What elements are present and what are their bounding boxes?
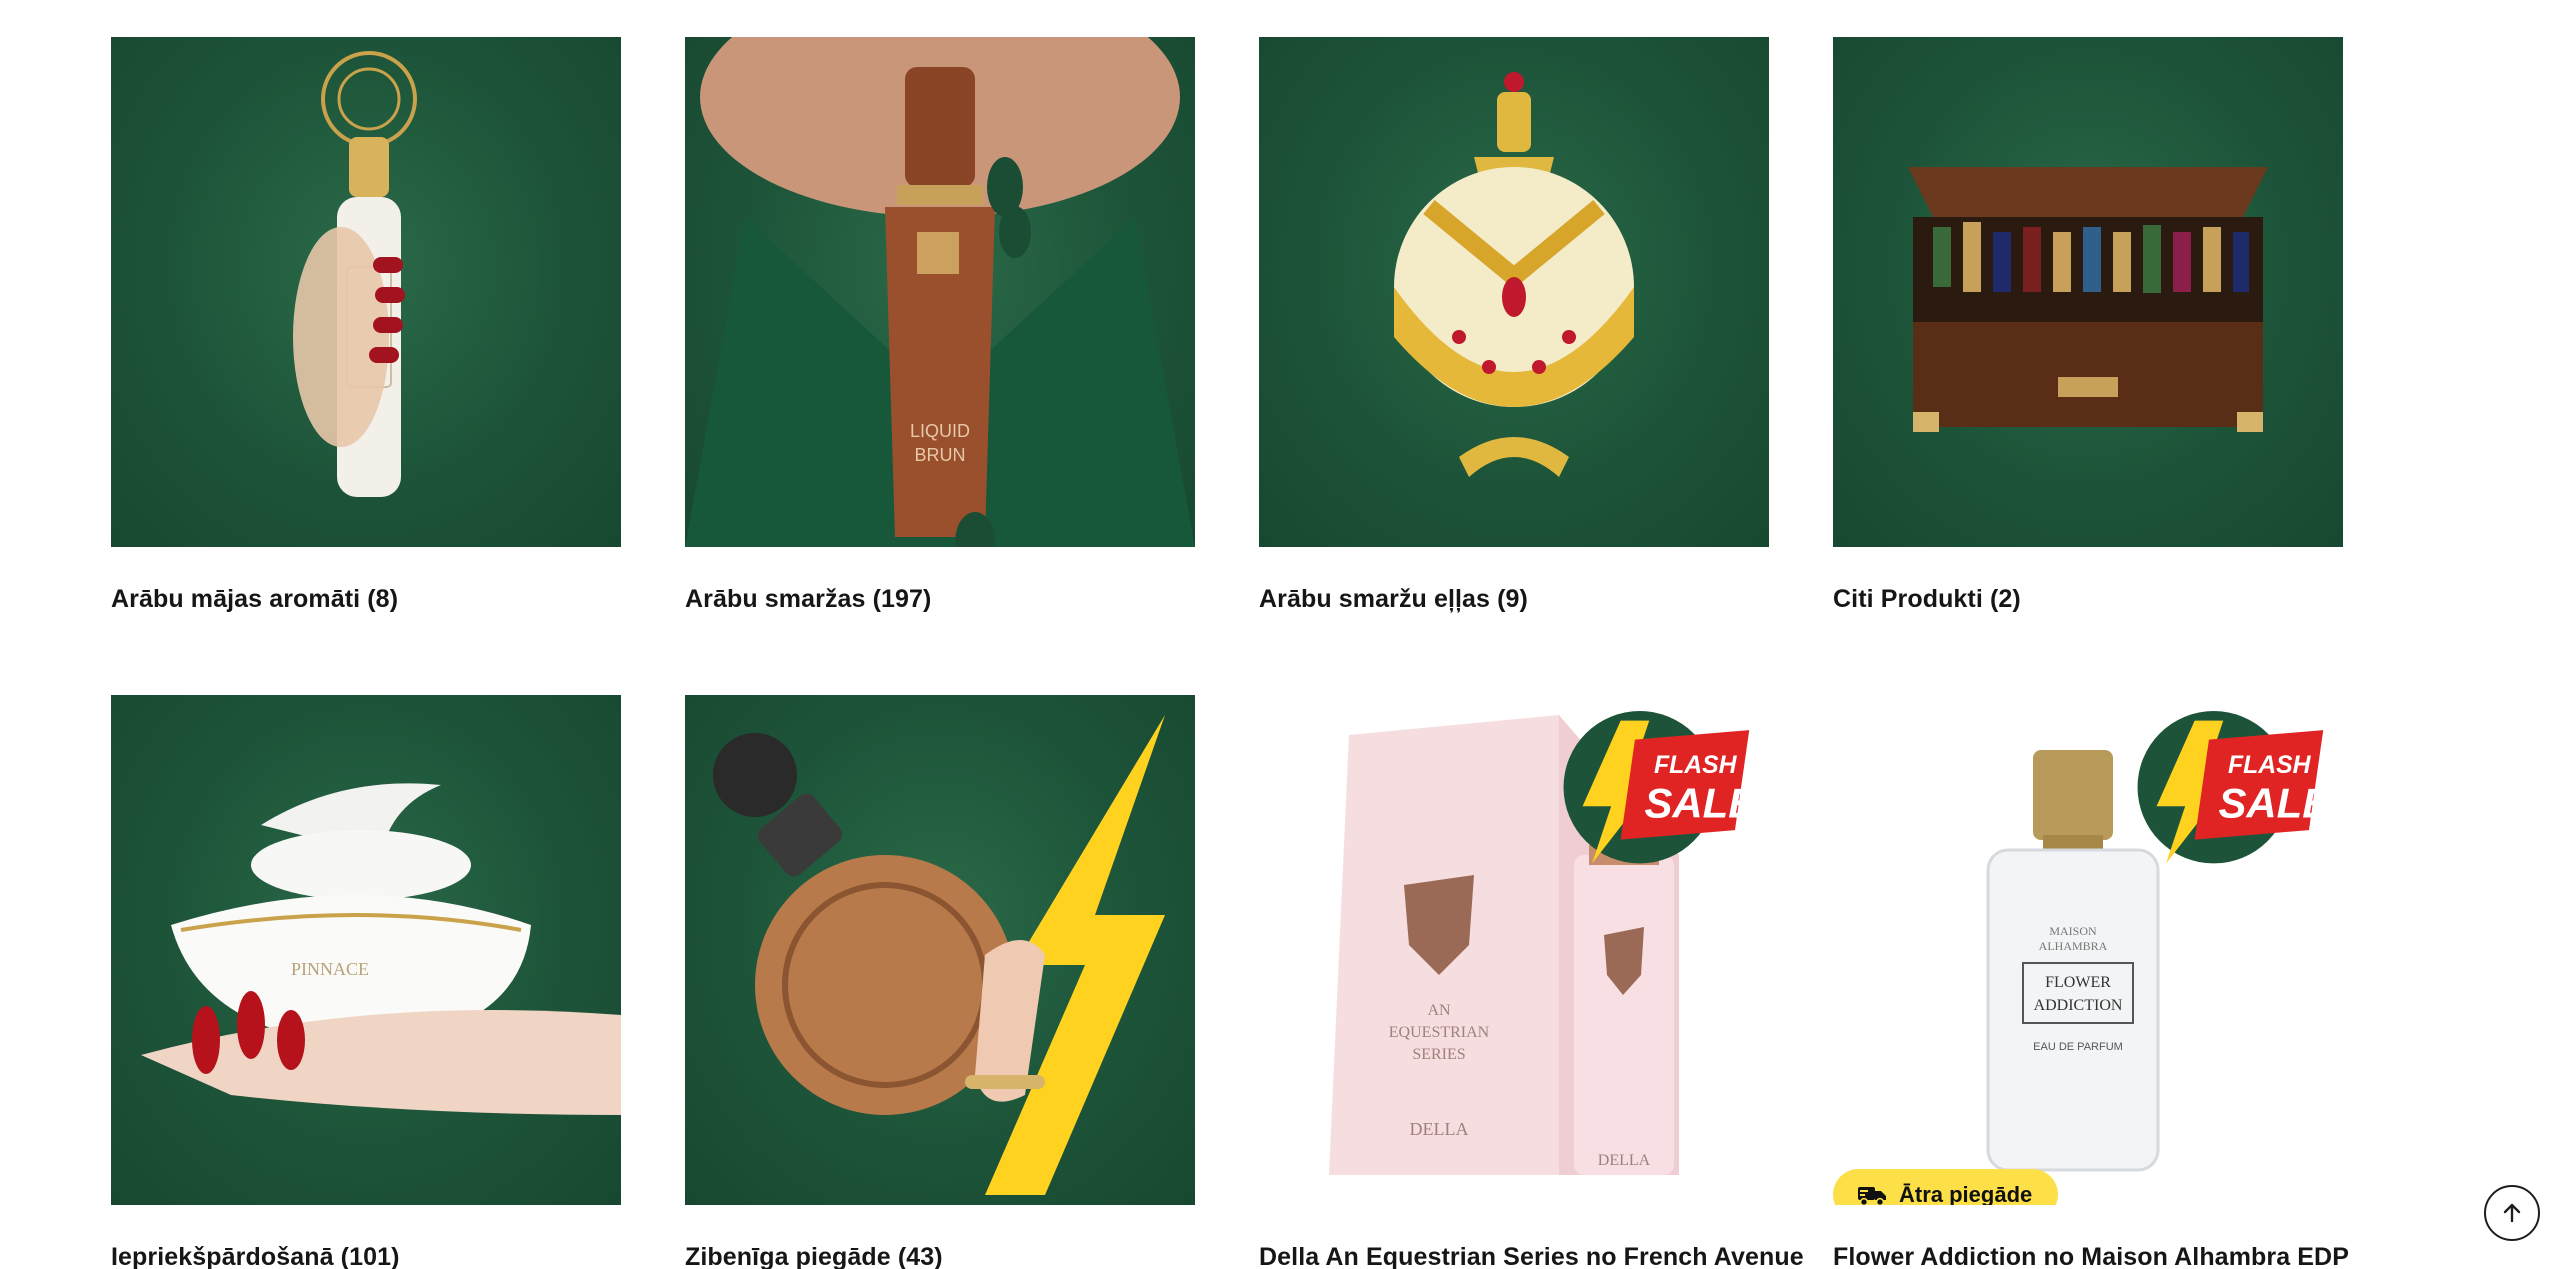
category-image-arabic-perfumes[interactable]: LIQUID BRUN bbox=[685, 37, 1195, 547]
category-image-home-fragrances[interactable] bbox=[111, 37, 621, 547]
category-card-arabic-perfumes[interactable]: LIQUID BRUN Arābu smaržas (197) bbox=[685, 37, 1195, 613]
svg-text:SERIES: SERIES bbox=[1412, 1046, 1465, 1063]
category-card-perfume-oils[interactable]: Arābu smaržu eļļas (9) bbox=[1259, 37, 1769, 613]
flash-sale-icon: FLASH SALE bbox=[2137, 711, 2328, 864]
svg-text:EAU DE PARFUM: EAU DE PARFUM bbox=[2033, 1041, 2123, 1053]
perfume-bottle-illustration: LIQUID BRUN bbox=[685, 37, 1195, 547]
category-title[interactable]: Arābu smaržu eļļas (9) bbox=[1259, 585, 1528, 614]
category-card-preorder[interactable]: PINNACE Iepriekšpārdošanā (101) bbox=[111, 695, 621, 1269]
svg-text:ALHAMBRA: ALHAMBRA bbox=[2039, 939, 2108, 953]
svg-text:DELLA: DELLA bbox=[1410, 1119, 1469, 1139]
flash-sale-icon: FLASH SALE bbox=[1563, 711, 1754, 864]
category-title[interactable]: Zibenīga piegāde (43) bbox=[685, 1243, 943, 1269]
svg-text:PINNACE: PINNACE bbox=[291, 959, 369, 979]
category-title[interactable]: Arābu smaržas (197) bbox=[685, 585, 931, 614]
oil-bottle-illustration bbox=[1394, 72, 1634, 477]
arrow-up-icon bbox=[2503, 1203, 2521, 1223]
liquid-brun-text: LIQUID bbox=[910, 421, 970, 441]
svg-text:SALE: SALE bbox=[2218, 780, 2328, 827]
product-image-della[interactable]: AN EQUESTRIAN SERIES DELLA DELLA FLASH S… bbox=[1259, 695, 1769, 1205]
category-image-other-products[interactable] bbox=[1833, 37, 2343, 547]
category-title[interactable]: Arābu mājas aromāti (8) bbox=[111, 585, 398, 614]
category-card-lightning-delivery[interactable]: Zibenīga piegāde (43) bbox=[685, 695, 1195, 1269]
delivery-truck-icon bbox=[1858, 1186, 1886, 1205]
product-title[interactable]: Della An Equestrian Series no French Ave… bbox=[1259, 1243, 1804, 1269]
svg-text:SALE: SALE bbox=[1644, 780, 1754, 827]
category-image-preorder[interactable]: PINNACE bbox=[111, 695, 621, 1205]
svg-text:AN: AN bbox=[1427, 1002, 1451, 1019]
air-freshener-illustration bbox=[293, 51, 417, 497]
product-title[interactable]: Flower Addiction no Maison Alhambra EDP bbox=[1833, 1243, 2349, 1269]
pinnacle-bottle-illustration: PINNACE bbox=[141, 783, 621, 1115]
product-card-flower-addiction[interactable]: MAISON ALHAMBRA FLOWER ADDICTION EAU DE … bbox=[1833, 695, 2349, 1269]
svg-text:ADDICTION: ADDICTION bbox=[2034, 997, 2123, 1014]
svg-text:FLASH: FLASH bbox=[1654, 752, 1738, 779]
lightning-perfume-illustration bbox=[713, 715, 1165, 1195]
svg-text:FLASH: FLASH bbox=[2228, 752, 2312, 779]
svg-text:BRUN: BRUN bbox=[914, 445, 965, 465]
scroll-to-top-button[interactable] bbox=[2484, 1185, 2540, 1241]
category-card-other-products[interactable]: Citi Produkti (2) bbox=[1833, 37, 2343, 613]
category-image-perfume-oils[interactable] bbox=[1259, 37, 1769, 547]
category-image-lightning-delivery[interactable] bbox=[685, 695, 1195, 1205]
svg-text:FLOWER: FLOWER bbox=[2045, 974, 2111, 991]
product-image-flower-addiction[interactable]: MAISON ALHAMBRA FLOWER ADDICTION EAU DE … bbox=[1833, 695, 2343, 1205]
fast-delivery-badge[interactable]: Ātra piegāde bbox=[1833, 1169, 2059, 1206]
gift-chest-illustration bbox=[1908, 167, 2268, 432]
category-card-home-fragrances[interactable]: Arābu mājas aromāti (8) bbox=[111, 37, 621, 613]
category-title[interactable]: Citi Produkti (2) bbox=[1833, 585, 2021, 614]
svg-text:EQUESTRIAN: EQUESTRIAN bbox=[1389, 1024, 1490, 1041]
svg-text:MAISON: MAISON bbox=[2049, 924, 2097, 938]
category-title[interactable]: Iepriekšpārdošanā (101) bbox=[111, 1243, 400, 1269]
fast-delivery-label: Ātra piegāde bbox=[1899, 1181, 2033, 1206]
svg-text:DELLA: DELLA bbox=[1598, 1152, 1651, 1169]
product-card-della[interactable]: AN EQUESTRIAN SERIES DELLA DELLA FLASH S… bbox=[1259, 695, 1804, 1269]
